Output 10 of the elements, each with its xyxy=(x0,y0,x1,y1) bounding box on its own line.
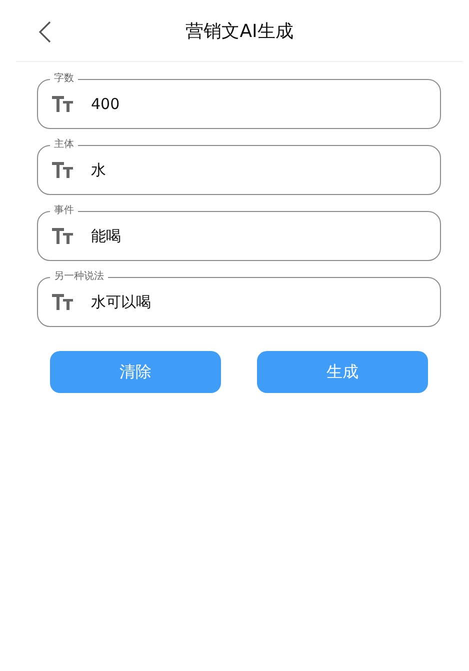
field-label: 事件 xyxy=(50,205,78,217)
text-size-icon xyxy=(52,162,74,178)
field-label: 主体 xyxy=(50,139,78,151)
text-size-icon xyxy=(52,294,74,310)
text-size-icon xyxy=(52,228,74,244)
page-title: 营销文AI生成 xyxy=(186,20,294,42)
field-label: 另一种说法 xyxy=(50,271,108,283)
field-label: 字数 xyxy=(50,73,78,85)
back-icon[interactable] xyxy=(38,21,52,43)
text-size-icon xyxy=(52,96,74,112)
